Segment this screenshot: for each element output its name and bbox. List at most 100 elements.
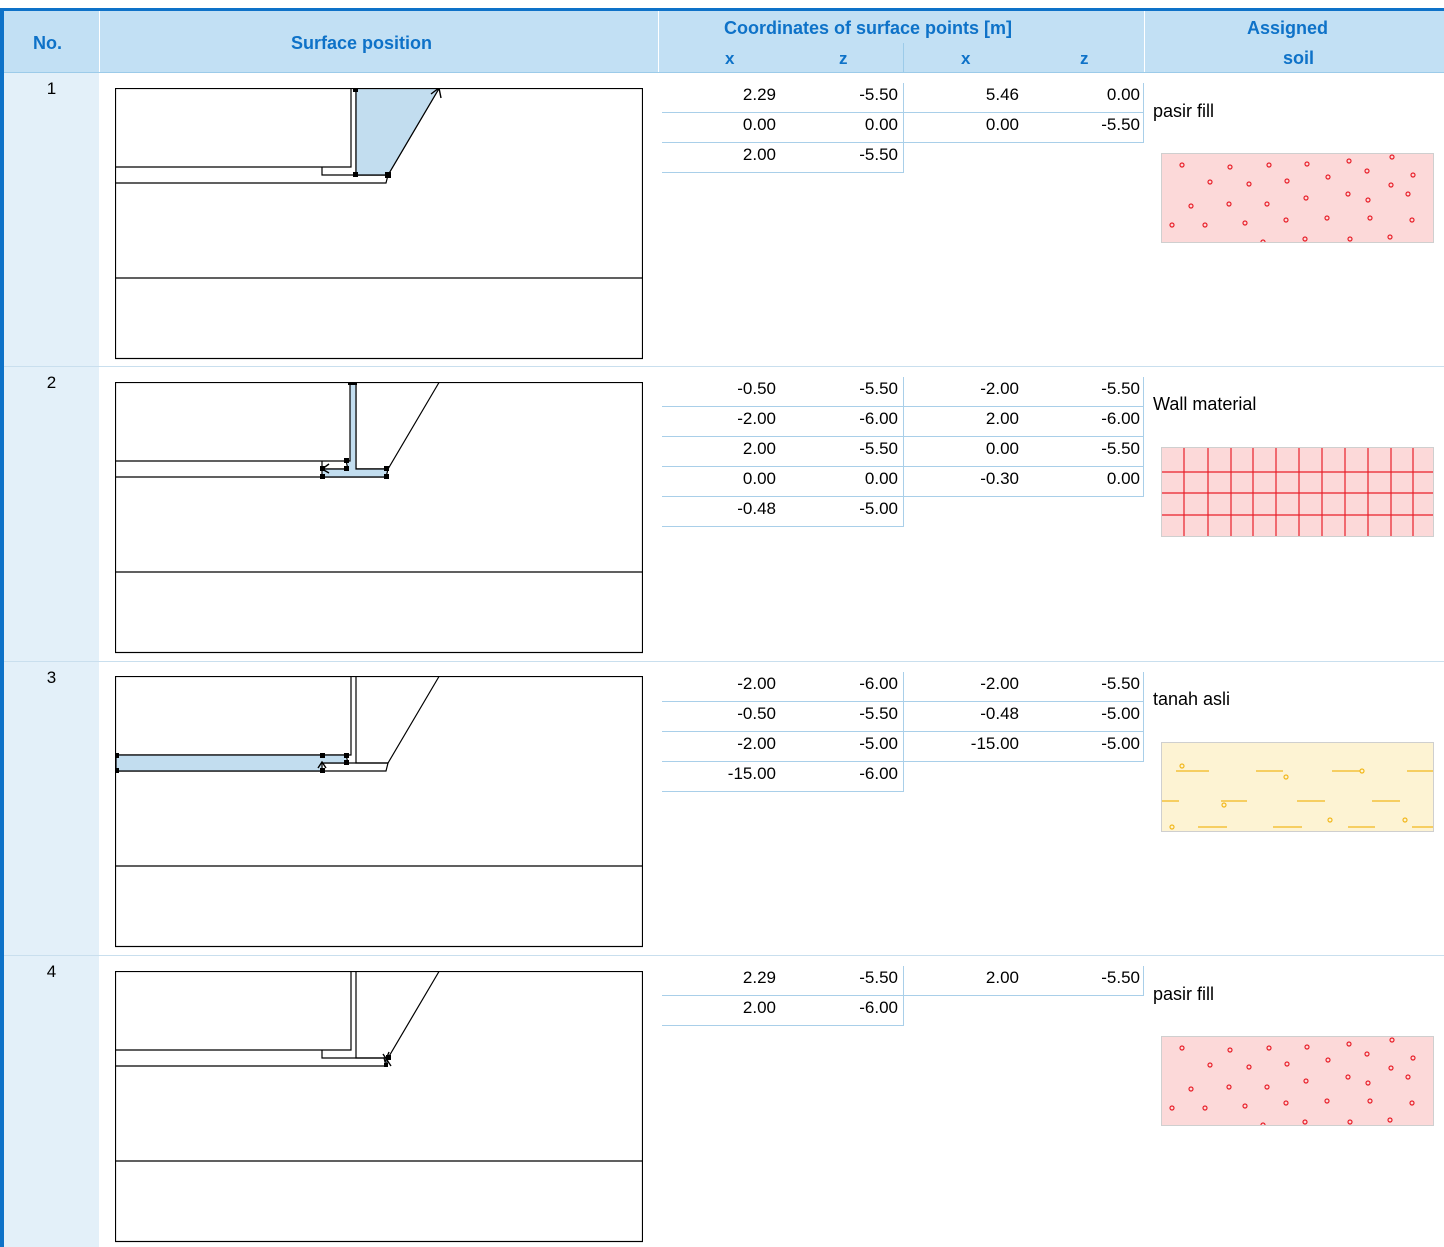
table-header: No. Surface position Coordinates of surf… <box>4 11 1444 72</box>
coord-z2: -5.50 <box>1101 379 1140 398</box>
table-row: 1 2.29 -5.50 5.46 0.00 0.00 0.00 0.00 -5… <box>0 73 1444 366</box>
coord-divider <box>1143 113 1144 143</box>
coord-z1: -5.50 <box>859 145 898 164</box>
coord-z1: -6.00 <box>859 674 898 693</box>
coord-x1: -0.50 <box>737 704 776 723</box>
coord-z2: -5.00 <box>1101 734 1140 753</box>
coord-x1: 2.00 <box>742 998 776 1017</box>
surface-drawing-svg <box>115 382 643 654</box>
header-divider <box>1144 11 1145 72</box>
coordinates-block: -2.00 -6.00 -2.00 -5.50 -0.50 -5.50 -0.4… <box>662 672 1144 792</box>
coordinates-block: 2.29 -5.50 2.00 -5.50 2.00 -6.00 <box>662 966 1144 1026</box>
coord-z2: 0.00 <box>1106 469 1140 488</box>
coord-divider <box>1143 83 1144 113</box>
soil-pattern-swatch <box>1161 153 1434 245</box>
surface-drawing <box>115 382 643 654</box>
coord-z1: -5.50 <box>859 704 898 723</box>
coord-z2: -5.00 <box>1101 704 1140 723</box>
soil-name: tanah asli <box>1153 689 1231 709</box>
row-number: 1 <box>46 79 57 98</box>
table-row: 4 2.29 -5.50 2.00 -5.50 2.00 -6.00 pasir… <box>0 956 1444 1247</box>
coord-divider <box>903 437 904 467</box>
row-number: 4 <box>46 962 57 981</box>
coord-z2: -5.50 <box>1101 674 1140 693</box>
coord-z2: -5.50 <box>1101 439 1140 458</box>
coord-divider <box>903 702 904 732</box>
coord-underline <box>662 526 904 527</box>
coord-z1: -5.00 <box>859 734 898 753</box>
soil-name: pasir fill <box>1153 101 1215 121</box>
coord-x2: -2.00 <box>980 674 1019 693</box>
coord-divider <box>1143 377 1144 407</box>
coord-divider <box>903 497 904 527</box>
coord-z1: 0.00 <box>864 469 898 488</box>
coordinates-block: 2.29 -5.50 5.46 0.00 0.00 0.00 0.00 -5.5… <box>662 83 1144 173</box>
coord-x1: 0.00 <box>742 115 776 134</box>
coord-line: 2.00 -5.50 <box>662 143 1144 173</box>
coord-divider <box>903 143 904 173</box>
coord-x2: 2.00 <box>985 409 1019 428</box>
coord-underline <box>662 172 904 173</box>
coord-underline <box>662 791 904 792</box>
coord-z2: 0.00 <box>1106 85 1140 104</box>
soil-pattern-swatch <box>1161 1036 1434 1128</box>
coord-line: -2.00 -6.00 2.00 -6.00 <box>662 407 1144 437</box>
coord-x2: -2.00 <box>980 379 1019 398</box>
coord-divider <box>903 83 904 113</box>
coord-z2: -5.50 <box>1101 115 1140 134</box>
coord-divider <box>903 377 904 407</box>
coord-x2: 0.00 <box>985 439 1019 458</box>
header-assigned: Assigned <box>1247 18 1329 38</box>
header-divider <box>99 11 100 72</box>
coord-divider <box>903 762 904 792</box>
coord-line: 2.29 -5.50 2.00 -5.50 <box>662 966 1144 996</box>
pasir-fill-pattern <box>1162 154 1433 245</box>
coord-divider <box>1143 732 1144 762</box>
row-number: 3 <box>46 668 57 687</box>
coord-line: 0.00 0.00 0.00 -5.50 <box>662 113 1144 143</box>
coord-underline <box>662 1025 904 1026</box>
coord-x1: -15.00 <box>727 764 776 783</box>
coord-x1: 2.29 <box>742 85 776 104</box>
coord-x1: 2.00 <box>742 145 776 164</box>
coord-x1: -2.00 <box>737 409 776 428</box>
soil-name: Wall material <box>1153 394 1257 414</box>
coord-line: 2.00 -5.50 0.00 -5.50 <box>662 437 1144 467</box>
header-z1: z <box>839 49 848 68</box>
coord-divider <box>903 672 904 702</box>
coord-x2: 5.46 <box>985 85 1019 104</box>
coord-x1: 2.00 <box>742 439 776 458</box>
coord-line: -2.00 -5.00 -15.00 -5.00 <box>662 732 1144 762</box>
header-z2: z <box>1080 49 1089 68</box>
coord-line: 2.00 -6.00 <box>662 996 1144 1026</box>
header-surface-position: Surface position <box>291 33 433 53</box>
pasir-fill-pattern <box>1162 1037 1433 1128</box>
coord-x1: 0.00 <box>742 469 776 488</box>
coord-z2: -6.00 <box>1101 409 1140 428</box>
coord-z2: -5.50 <box>1101 968 1140 987</box>
coord-divider <box>903 407 904 437</box>
coord-z1: 0.00 <box>864 115 898 134</box>
coord-z1: -6.00 <box>859 998 898 1017</box>
wall-material-pattern <box>1162 448 1433 536</box>
header-x1: x <box>725 49 735 68</box>
coord-z1: -5.50 <box>859 968 898 987</box>
header-x2: x <box>961 49 971 68</box>
coord-divider <box>903 966 904 996</box>
coord-divider <box>1143 702 1144 732</box>
coord-divider <box>903 996 904 1026</box>
coord-z1: -5.00 <box>859 499 898 518</box>
table-row: 3 -2.00 -6.00 -2.00 -5.50 -0.50 -5.50 -0… <box>0 662 1444 955</box>
surface-drawing <box>115 676 643 948</box>
coord-x1: -2.00 <box>737 674 776 693</box>
coord-divider <box>903 467 904 497</box>
header-divider <box>903 43 904 72</box>
coordinates-block: -0.50 -5.50 -2.00 -5.50 -2.00 -6.00 2.00… <box>662 377 1144 527</box>
coord-x1: -0.48 <box>737 499 776 518</box>
coord-x2: 2.00 <box>985 968 1019 987</box>
coord-line: -0.50 -5.50 -0.48 -5.00 <box>662 702 1144 732</box>
coord-z1: -6.00 <box>859 764 898 783</box>
header-coordinates: Coordinates of surface points [m] <box>724 18 1013 38</box>
coord-divider <box>1143 437 1144 467</box>
surfaces-table: No. Surface position Coordinates of surf… <box>0 0 1444 1247</box>
